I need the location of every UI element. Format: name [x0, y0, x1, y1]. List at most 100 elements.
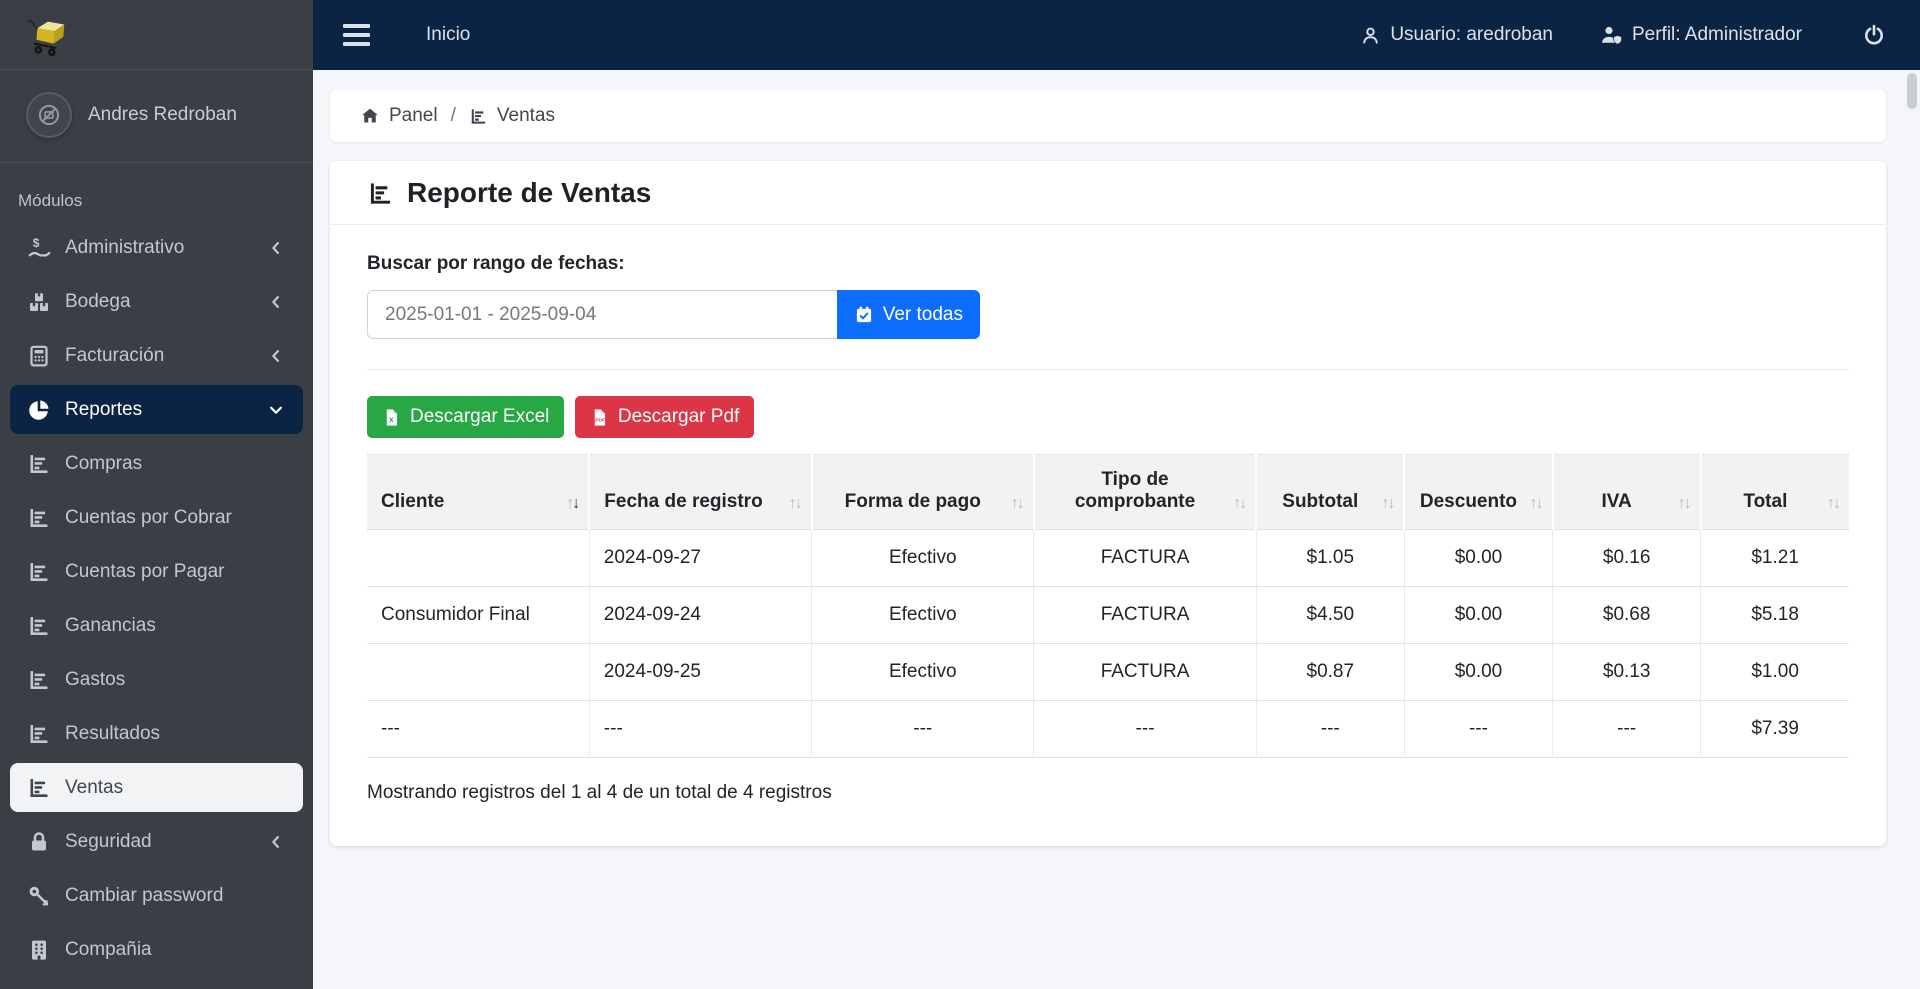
- sidebar-item-label: Facturación: [65, 344, 165, 366]
- sidebar-item-cuentas-por-pagar[interactable]: Cuentas por Pagar: [10, 547, 303, 596]
- cell-forma-pago: Efectivo: [811, 643, 1034, 701]
- sales-table-body: 2024-09-27 Efectivo FACTURA $1.05 $0.00 …: [367, 529, 1849, 758]
- download-pdf-label: Descargar Pdf: [617, 406, 740, 427]
- navbar-profile: Perfil: Administrador: [1599, 23, 1802, 47]
- image-slash-icon: [36, 102, 62, 128]
- navbar-right: Usuario: aredroban Perfil: Administrador: [1360, 23, 1890, 47]
- column-header-subtotal[interactable]: Subtotal ↑↓: [1255, 454, 1405, 530]
- scrollbar-thumb[interactable]: [1907, 73, 1917, 109]
- date-range-label: Buscar por rango de fechas:: [367, 253, 625, 274]
- cell-tipo-comprobante: ---: [1033, 700, 1257, 758]
- sidebar-item-label: Resultados: [65, 722, 161, 744]
- sort-icons: ↑↓: [1381, 495, 1395, 512]
- navbar-link-inicio[interactable]: Inicio: [426, 24, 470, 46]
- file-pdf-icon: [590, 408, 609, 427]
- cell-forma-pago: Efectivo: [811, 586, 1034, 644]
- cell-cliente: [367, 643, 590, 701]
- chart-bar-icon: [469, 107, 488, 126]
- download-excel-button[interactable]: Descargar Excel: [367, 396, 565, 438]
- chevron-down-icon: [267, 401, 285, 419]
- column-header-iva[interactable]: IVA ↑↓: [1551, 454, 1701, 530]
- home-icon: [360, 106, 380, 126]
- chart-bar-icon: [27, 506, 51, 530]
- cell-fecha: 2024-09-25: [588, 643, 812, 701]
- date-range-group: Ver todas: [367, 290, 980, 339]
- brand-area[interactable]: [0, 0, 313, 70]
- sidebar-item-label: Ventas: [65, 776, 124, 798]
- sidebar-nav: Administrativo Bodega Facturación Report…: [0, 223, 313, 979]
- column-header-fecha[interactable]: Fecha de registro ↑↓: [588, 454, 812, 530]
- sort-icons: ↑↓: [1529, 495, 1544, 512]
- sales-table: Cliente ↑↓ Fecha de registro ↑↓ Forma de p…: [367, 454, 1849, 758]
- section-divider: [367, 369, 1849, 370]
- report-card: Reporte de Ventas Buscar por rango de fe…: [330, 161, 1886, 846]
- sidebar-item-gastos[interactable]: Gastos: [10, 655, 303, 704]
- sidebar-item-label: Reportes: [65, 398, 143, 420]
- main-area: Inicio Usuario: aredroban Perfil: Admini…: [313, 0, 1920, 989]
- app-window: Andres Redroban Módulos Administrativo B…: [0, 0, 1920, 989]
- cell-iva: $0.68: [1552, 586, 1701, 644]
- user-icon: [1360, 25, 1381, 46]
- sidebar-item-resultados[interactable]: Resultados: [10, 709, 303, 758]
- sidebar-item-label: Bodega: [65, 290, 131, 312]
- sidebar-item-facturacion[interactable]: Facturación: [10, 331, 303, 380]
- sidebar-item-reportes[interactable]: Reportes: [10, 385, 303, 434]
- file-excel-icon: [382, 408, 401, 427]
- breadcrumb-current-ventas: Ventas: [496, 105, 555, 126]
- download-pdf-button[interactable]: Descargar Pdf: [574, 396, 755, 438]
- column-header-forma-pago[interactable]: Forma de pago ↑↓: [810, 454, 1034, 530]
- view-all-button[interactable]: Ver todas: [836, 290, 980, 339]
- cell-descuento: $0.00: [1403, 529, 1553, 587]
- cell-descuento: $0.00: [1403, 586, 1553, 644]
- sidebar-item-label: Compañia: [65, 938, 152, 960]
- logout-power-button[interactable]: [1862, 23, 1886, 47]
- column-header-total[interactable]: Total ↑↓: [1699, 454, 1849, 530]
- view-all-label: Ver todas: [882, 303, 963, 325]
- cell-iva: $0.16: [1552, 529, 1701, 587]
- sidebar-user-name: Andres Redroban: [88, 104, 237, 125]
- cell-forma-pago: ---: [811, 700, 1034, 758]
- column-header-cliente[interactable]: Cliente ↑↓: [367, 454, 590, 530]
- sort-icons: ↑↓: [1233, 495, 1247, 512]
- table-total-row: --- --- --- --- --- --- --- $7.39: [367, 700, 1849, 758]
- sidebar-item-label: Ganancias: [65, 614, 156, 636]
- date-range-input[interactable]: [367, 290, 837, 339]
- sidebar-item-administrativo[interactable]: Administrativo: [10, 223, 303, 272]
- content-area: Panel / Ventas Reporte de Ventas Buscar …: [313, 70, 1920, 989]
- cell-subtotal: $0.87: [1255, 643, 1405, 701]
- sidebar-item-ventas[interactable]: Ventas: [10, 763, 303, 812]
- table-row: 2024-09-25 Efectivo FACTURA $0.87 $0.00 …: [367, 643, 1849, 701]
- cell-tipo-comprobante: FACTURA: [1033, 586, 1257, 644]
- cart-logo-icon: [24, 10, 70, 60]
- sidebar-item-compras[interactable]: Compras: [10, 439, 303, 488]
- sidebar-item-cuentas-por-cobrar[interactable]: Cuentas por Cobrar: [10, 493, 303, 542]
- chart-bar-icon: [367, 180, 394, 207]
- column-header-descuento[interactable]: Descuento ↑↓: [1403, 454, 1553, 530]
- sort-icons: ↑↓: [788, 495, 803, 512]
- sort-icons: ↑↓: [566, 495, 580, 512]
- key-icon: [27, 884, 51, 908]
- card-body: Buscar por rango de fechas: Ver todas De…: [330, 225, 1886, 846]
- breadcrumb-link-panel[interactable]: Panel: [389, 105, 438, 127]
- cell-fecha: 2024-09-27: [588, 529, 812, 587]
- sort-icons: ↑↓: [1677, 495, 1692, 512]
- table-row: 2024-09-27 Efectivo FACTURA $1.05 $0.00 …: [367, 529, 1849, 587]
- card-header: Reporte de Ventas: [330, 161, 1886, 225]
- sidebar-item-ganancias[interactable]: Ganancias: [10, 601, 303, 650]
- cell-subtotal: $1.05: [1255, 529, 1405, 587]
- cell-fecha: 2024-09-24: [588, 586, 812, 644]
- sidebar-item-cambiar-password[interactable]: Cambiar password: [10, 871, 303, 920]
- menu-toggle-button[interactable]: [343, 24, 370, 46]
- chart-bar-icon: [27, 614, 51, 638]
- cell-descuento: $0.00: [1403, 643, 1553, 701]
- cell-tipo-comprobante: FACTURA: [1033, 529, 1257, 587]
- cell-iva: $0.13: [1552, 643, 1701, 701]
- chevron-left-icon: [267, 833, 285, 851]
- column-header-tipo-comprobante[interactable]: Tipo de comprobante ↑↓: [1032, 454, 1257, 530]
- sidebar-item-bodega[interactable]: Bodega: [10, 277, 303, 326]
- avatar: [26, 92, 72, 138]
- cell-forma-pago: Efectivo: [811, 529, 1034, 587]
- chart-bar-icon: [27, 722, 51, 746]
- sidebar-item-seguridad[interactable]: Seguridad: [10, 817, 303, 866]
- sidebar-item-compania[interactable]: Compañia: [10, 925, 303, 974]
